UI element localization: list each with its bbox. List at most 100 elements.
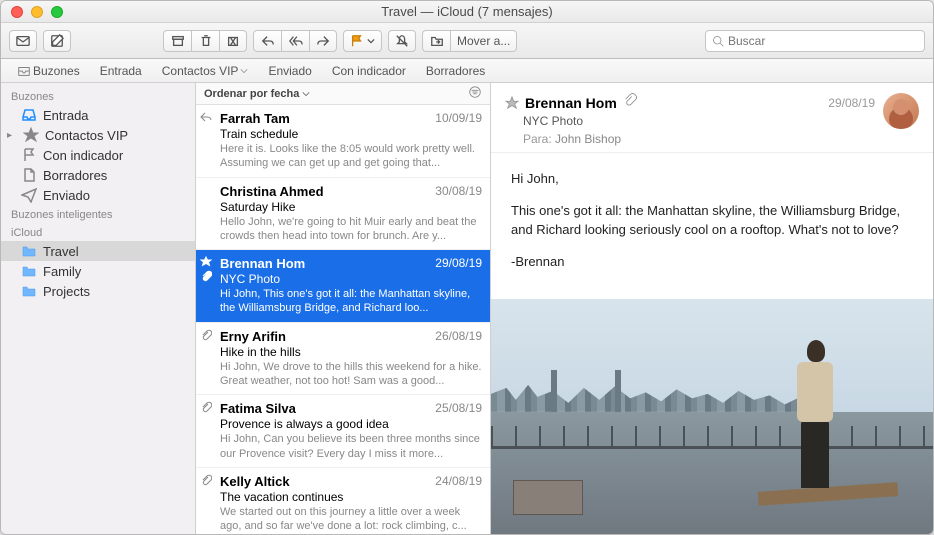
reply-all-button[interactable] [281, 30, 309, 52]
viewer-to: Para: John Bishop [523, 132, 919, 146]
fav-enviado[interactable]: Enviado [258, 64, 321, 78]
star-icon[interactable] [505, 96, 519, 110]
forward-button[interactable] [309, 30, 337, 52]
viewer-header: Brennan Hom 29/08/19 NYC Photo Para: Joh… [491, 83, 933, 153]
folder-icon [21, 283, 37, 299]
body-signature: -Brennan [511, 252, 913, 272]
star-icon [23, 127, 39, 143]
mailbox-icon [17, 64, 31, 78]
document-icon [21, 167, 37, 183]
sidebar-item-entrada[interactable]: Entrada [1, 105, 195, 125]
message-subject: Train schedule [220, 127, 482, 141]
message-date: 10/09/19 [435, 111, 482, 126]
minimize-window-button[interactable] [31, 6, 43, 18]
attachment-icon [200, 270, 212, 282]
flag-icon [350, 34, 364, 48]
message-sender: Farrah Tam [220, 111, 290, 126]
message-preview: We started out on this journey a little … [220, 505, 482, 534]
attachment-icon [623, 93, 637, 112]
mail-window: Travel — iCloud (7 mensajes) [0, 0, 934, 535]
paper-plane-icon [21, 187, 37, 203]
search-input[interactable] [728, 34, 918, 48]
mailboxes-toggle[interactable]: Buzones [7, 64, 90, 78]
viewer-date: 29/08/19 [828, 96, 875, 110]
flag-button[interactable] [343, 30, 382, 52]
reply-icon [261, 34, 275, 48]
fav-entrada[interactable]: Entrada [90, 64, 152, 78]
window-title: Travel — iCloud (7 mensajes) [1, 4, 933, 19]
sidebar-folder-travel[interactable]: Travel [1, 241, 195, 261]
message-row[interactable]: Fatima Silva25/08/19Provence is always a… [196, 395, 490, 468]
delete-button[interactable] [191, 30, 219, 52]
archive-button[interactable] [163, 30, 191, 52]
message-preview: Hello John, we're going to hit Muir earl… [220, 215, 482, 244]
sidebar-folder-family[interactable]: Family [1, 261, 195, 281]
sidebar-header-smart: Buzones inteligentes [1, 205, 195, 223]
message-subject: NYC Photo [220, 272, 482, 286]
message-preview: Hi John, This one's got it all: the Manh… [220, 287, 482, 316]
attachment-icon [200, 474, 212, 486]
sidebar-item-borradores[interactable]: Borradores [1, 165, 195, 185]
fav-contactos-vip[interactable]: Contactos VIP [152, 64, 259, 78]
main-area: Buzones Entrada ▸ Contactos VIP Con indi… [1, 83, 933, 534]
message-indicators [200, 401, 212, 413]
envelope-icon [16, 34, 30, 48]
sidebar-header-mailboxes: Buzones [1, 87, 195, 105]
flag-icon [21, 147, 37, 163]
close-window-button[interactable] [11, 6, 23, 18]
message-row[interactable]: Brennan Hom29/08/19NYC PhotoHi John, Thi… [196, 250, 490, 323]
viewer-subject: NYC Photo [523, 114, 919, 128]
sidebar-item-enviado[interactable]: Enviado [1, 185, 195, 205]
message-row[interactable]: Kelly Altick24/08/19The vacation continu… [196, 468, 490, 534]
get-mail-button[interactable] [9, 30, 37, 52]
fav-borradores[interactable]: Borradores [416, 64, 495, 78]
compose-button[interactable] [43, 30, 71, 52]
zoom-window-button[interactable] [51, 6, 63, 18]
viewer-from: Brennan Hom [525, 95, 617, 111]
message-indicators [200, 329, 212, 341]
favorites-bar: Buzones Entrada Contactos VIP Enviado Co… [1, 59, 933, 83]
forward-icon [316, 34, 330, 48]
message-preview: Hi John, Can you believe its been three … [220, 432, 482, 461]
folder-icon [21, 243, 37, 259]
message-subject: The vacation continues [220, 490, 482, 504]
disclosure-triangle-icon[interactable]: ▸ [7, 130, 17, 141]
message-list-header: Ordenar por fecha [196, 83, 490, 105]
message-indicators [200, 256, 212, 282]
reply-button[interactable] [253, 30, 281, 52]
archive-icon [171, 34, 185, 48]
fav-con-indicador[interactable]: Con indicador [322, 64, 416, 78]
mute-button[interactable] [388, 30, 416, 52]
sidebar-item-vip[interactable]: ▸ Contactos VIP [1, 125, 195, 145]
chevron-down-icon [367, 37, 375, 45]
archive-group [163, 30, 247, 52]
message-row[interactable]: Farrah Tam10/09/19Train scheduleHere it … [196, 105, 490, 178]
traffic-lights [1, 6, 63, 18]
move-to-label: Mover a... [457, 34, 510, 48]
chevron-down-icon [302, 90, 310, 98]
folder-icon [21, 263, 37, 279]
message-row[interactable]: Erny Arifin26/08/19Hike in the hillsHi J… [196, 323, 490, 396]
attachment-image[interactable] [491, 299, 933, 534]
titlebar: Travel — iCloud (7 mensajes) [1, 1, 933, 23]
sidebar-item-con-indicador[interactable]: Con indicador [1, 145, 195, 165]
message-indicators [200, 474, 212, 486]
message-date: 30/08/19 [435, 184, 482, 199]
body-greeting: Hi John, [511, 169, 913, 189]
move-to-group: Mover a... [422, 30, 517, 52]
message-row[interactable]: Christina Ahmed30/08/19Saturday HikeHell… [196, 178, 490, 251]
filter-button[interactable] [468, 85, 482, 102]
move-to-folder-button[interactable] [422, 30, 450, 52]
sort-dropdown[interactable]: Ordenar por fecha [204, 88, 310, 100]
move-to-dropdown[interactable]: Mover a... [450, 30, 517, 52]
bell-off-icon [395, 34, 409, 48]
junk-icon [226, 34, 240, 48]
junk-button[interactable] [219, 30, 247, 52]
reply-all-icon [289, 34, 303, 48]
message-sender: Christina Ahmed [220, 184, 324, 199]
reply-group [253, 30, 337, 52]
sidebar-folder-projects[interactable]: Projects [1, 281, 195, 301]
attachment-icon [200, 401, 212, 413]
sidebar-header-icloud: iCloud [1, 223, 195, 241]
search-field[interactable] [705, 30, 925, 52]
